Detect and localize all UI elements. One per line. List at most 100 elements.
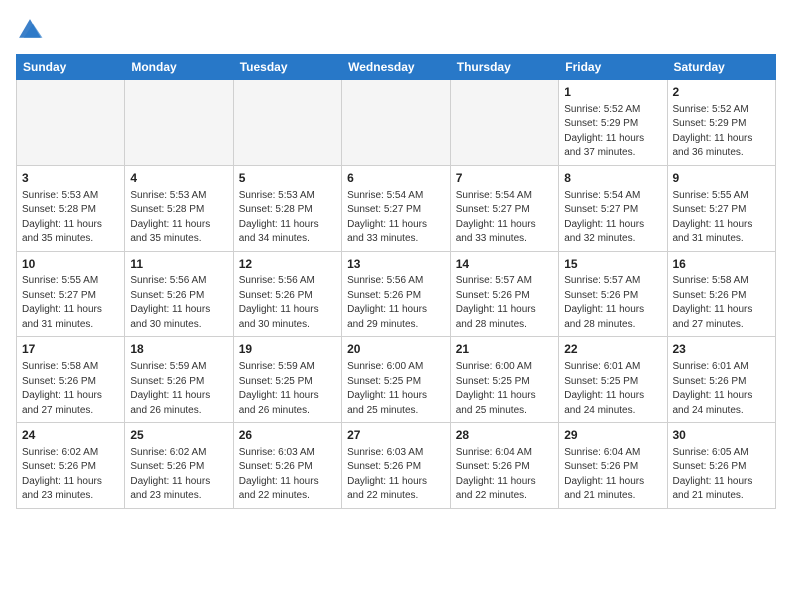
day-number: 26	[239, 427, 336, 444]
day-info: Sunrise: 6:04 AMSunset: 5:26 PMDaylight:…	[456, 446, 553, 504]
calendar-cell: 11Sunrise: 5:56 AMSunset: 5:26 PMDayligh…	[125, 251, 233, 337]
weekday-header: Thursday	[450, 55, 558, 80]
day-number: 21	[456, 341, 553, 358]
day-number: 25	[130, 427, 227, 444]
day-number: 6	[347, 170, 445, 187]
calendar-cell	[450, 80, 558, 166]
calendar-row: 17Sunrise: 5:58 AMSunset: 5:26 PMDayligh…	[17, 337, 776, 423]
logo	[16, 16, 48, 44]
day-number: 20	[347, 341, 445, 358]
day-info: Sunrise: 5:54 AMSunset: 5:27 PMDaylight:…	[456, 189, 553, 247]
day-number: 18	[130, 341, 227, 358]
calendar-row: 1 Sunrise: 5:52 AMSunset: 5:29 PMDaylight…	[17, 80, 776, 166]
day-number: 7	[456, 170, 553, 187]
day-info: Sunrise: 5:55 AMSunset: 5:27 PMDaylight:…	[22, 274, 119, 332]
day-number: 28	[456, 427, 553, 444]
calendar-cell: 23Sunrise: 6:01 AMSunset: 5:26 PMDayligh…	[667, 337, 776, 423]
day-number: 30	[673, 427, 771, 444]
calendar-cell: 21 Sunrise: 6:00 AMSunset: 5:25 PMDayligh…	[450, 337, 558, 423]
calendar-cell: 19Sunrise: 5:59 AMSunset: 5:25 PMDayligh…	[233, 337, 341, 423]
day-number: 14	[456, 256, 553, 273]
day-number: 3	[22, 170, 119, 187]
day-number: 16	[673, 256, 771, 273]
page: SundayMondayTuesdayWednesdayThursdayFrid…	[0, 0, 792, 519]
calendar-cell: 29Sunrise: 6:04 AMSunset: 5:26 PMDayligh…	[559, 423, 667, 509]
day-number: 11	[130, 256, 227, 273]
weekday-header: Saturday	[667, 55, 776, 80]
day-info: Sunrise: 5:55 AMSunset: 5:27 PMDaylight:…	[673, 189, 771, 247]
calendar-cell	[125, 80, 233, 166]
calendar-cell: 26 Sunrise: 6:03 AMSunset: 5:26 PMDayligh…	[233, 423, 341, 509]
day-info: Sunrise: 6:00 AMSunset: 5:25 PMDaylight:…	[347, 360, 445, 418]
day-info: Sunrise: 6:02 AMSunset: 5:26 PMDaylight:…	[22, 446, 119, 504]
day-number: 5	[239, 170, 336, 187]
calendar-cell: 9Sunrise: 5:55 AMSunset: 5:27 PMDaylight…	[667, 165, 776, 251]
day-info: Sunrise: 5:59 AMSunset: 5:25 PMDaylight:…	[239, 360, 336, 418]
calendar-cell: 6 Sunrise: 5:54 AMSunset: 5:27 PMDaylight…	[342, 165, 451, 251]
day-info: Sunrise: 6:01 AMSunset: 5:26 PMDaylight:…	[673, 360, 771, 418]
day-info: Sunrise: 5:58 AMSunset: 5:26 PMDaylight:…	[22, 360, 119, 418]
day-number: 24	[22, 427, 119, 444]
day-info: Sunrise: 5:57 AMSunset: 5:26 PMDaylight:…	[564, 274, 661, 332]
calendar-cell	[233, 80, 341, 166]
calendar-cell: 28 Sunrise: 6:04 AMSunset: 5:26 PMDayligh…	[450, 423, 558, 509]
calendar-cell: 3Sunrise: 5:53 AMSunset: 5:28 PMDaylight…	[17, 165, 125, 251]
day-number: 13	[347, 256, 445, 273]
day-info: Sunrise: 5:52 AMSunset: 5:29 PMDaylight:…	[564, 103, 661, 161]
calendar-cell: 17Sunrise: 5:58 AMSunset: 5:26 PMDayligh…	[17, 337, 125, 423]
weekday-header: Wednesday	[342, 55, 451, 80]
calendar-cell: 14Sunrise: 5:57 AMSunset: 5:26 PMDayligh…	[450, 251, 558, 337]
day-info: Sunrise: 6:01 AMSunset: 5:25 PMDaylight:…	[564, 360, 661, 418]
day-number: 15	[564, 256, 661, 273]
weekday-header: Sunday	[17, 55, 125, 80]
calendar-cell: 10Sunrise: 5:55 AMSunset: 5:27 PMDayligh…	[17, 251, 125, 337]
day-number: 8	[564, 170, 661, 187]
calendar-row: 3 Sunrise: 5:53 AMSunset: 5:28 PMDaylight…	[17, 165, 776, 251]
logo-icon	[16, 16, 44, 44]
day-info: Sunrise: 6:04 AMSunset: 5:26 PMDaylight:…	[564, 446, 661, 504]
calendar-cell: 13Sunrise: 5:56 AMSunset: 5:26 PMDayligh…	[342, 251, 451, 337]
calendar-cell: 15Sunrise: 5:57 AMSunset: 5:26 PMDayligh…	[559, 251, 667, 337]
day-info: Sunrise: 5:53 AMSunset: 5:28 PMDaylight:…	[239, 189, 336, 247]
calendar-cell: 5 Sunrise: 5:53 AMSunset: 5:28 PMDaylight…	[233, 165, 341, 251]
calendar-cell: 24 Sunrise: 6:02 AMSunset: 5:26 PMDayligh…	[17, 423, 125, 509]
calendar-cell: 18 Sunrise: 5:59 AMSunset: 5:26 PMDayligh…	[125, 337, 233, 423]
weekday-header: Monday	[125, 55, 233, 80]
calendar-cell	[17, 80, 125, 166]
day-info: Sunrise: 5:53 AMSunset: 5:28 PMDaylight:…	[130, 189, 227, 247]
calendar-cell: 12Sunrise: 5:56 AMSunset: 5:26 PMDayligh…	[233, 251, 341, 337]
day-info: Sunrise: 5:56 AMSunset: 5:26 PMDaylight:…	[239, 274, 336, 332]
day-number: 22	[564, 341, 661, 358]
day-info: Sunrise: 5:54 AMSunset: 5:27 PMDaylight:…	[564, 189, 661, 247]
day-info: Sunrise: 6:03 AMSunset: 5:26 PMDaylight:…	[239, 446, 336, 504]
calendar-row: 24 Sunrise: 6:02 AMSunset: 5:26 PMDayligh…	[17, 423, 776, 509]
calendar-cell: 1 Sunrise: 5:52 AMSunset: 5:29 PMDaylight…	[559, 80, 667, 166]
header	[16, 16, 776, 44]
calendar-cell: 7 Sunrise: 5:54 AMSunset: 5:27 PMDaylight…	[450, 165, 558, 251]
calendar-cell: 20 Sunrise: 6:00 AMSunset: 5:25 PMDayligh…	[342, 337, 451, 423]
day-info: Sunrise: 6:00 AMSunset: 5:25 PMDaylight:…	[456, 360, 553, 418]
day-info: Sunrise: 5:54 AMSunset: 5:27 PMDaylight:…	[347, 189, 445, 247]
day-info: Sunrise: 6:05 AMSunset: 5:26 PMDaylight:…	[673, 446, 771, 504]
day-info: Sunrise: 5:52 AMSunset: 5:29 PMDaylight:…	[673, 103, 771, 161]
calendar-cell: 2Sunrise: 5:52 AMSunset: 5:29 PMDaylight…	[667, 80, 776, 166]
day-info: Sunrise: 5:59 AMSunset: 5:26 PMDaylight:…	[130, 360, 227, 418]
calendar-cell: 27 Sunrise: 6:03 AMSunset: 5:26 PMDayligh…	[342, 423, 451, 509]
day-info: Sunrise: 6:03 AMSunset: 5:26 PMDaylight:…	[347, 446, 445, 504]
weekday-header: Tuesday	[233, 55, 341, 80]
day-info: Sunrise: 5:56 AMSunset: 5:26 PMDaylight:…	[347, 274, 445, 332]
calendar-cell: 22 Sunrise: 6:01 AMSunset: 5:25 PMDayligh…	[559, 337, 667, 423]
day-info: Sunrise: 5:57 AMSunset: 5:26 PMDaylight:…	[456, 274, 553, 332]
calendar-cell: 25 Sunrise: 6:02 AMSunset: 5:26 PMDayligh…	[125, 423, 233, 509]
day-info: Sunrise: 5:58 AMSunset: 5:26 PMDaylight:…	[673, 274, 771, 332]
day-number: 12	[239, 256, 336, 273]
calendar-cell: 30 Sunrise: 6:05 AMSunset: 5:26 PMDayligh…	[667, 423, 776, 509]
day-number: 27	[347, 427, 445, 444]
day-number: 4	[130, 170, 227, 187]
calendar-cell: 4 Sunrise: 5:53 AMSunset: 5:28 PMDaylight…	[125, 165, 233, 251]
day-number: 1	[564, 84, 661, 101]
day-info: Sunrise: 5:56 AMSunset: 5:26 PMDaylight:…	[130, 274, 227, 332]
weekday-header: Friday	[559, 55, 667, 80]
calendar-cell	[342, 80, 451, 166]
day-info: Sunrise: 6:02 AMSunset: 5:26 PMDaylight:…	[130, 446, 227, 504]
